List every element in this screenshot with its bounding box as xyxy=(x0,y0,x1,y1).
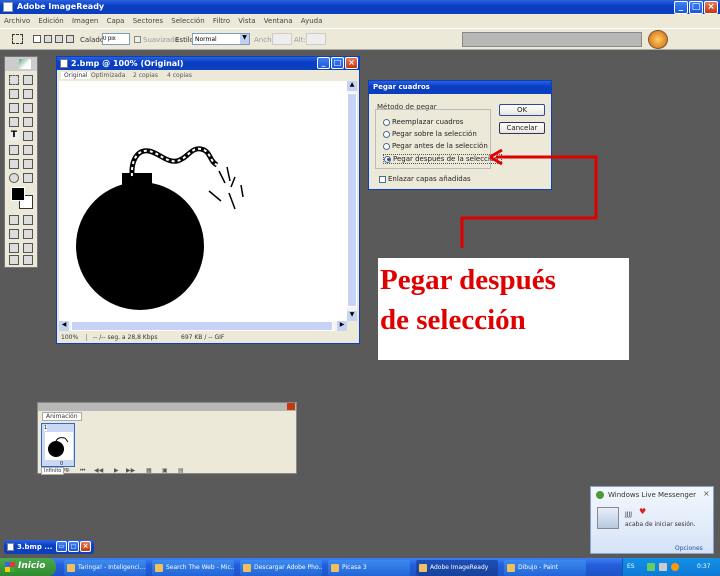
taskbar-item-descargar[interactable]: Descargar Adobe Pho... xyxy=(240,560,322,576)
messenger-close-icon[interactable]: × xyxy=(703,489,710,498)
taskbar-item-imageready[interactable]: Adobe ImageReady xyxy=(416,560,498,576)
annotation-line-2: de selección xyxy=(380,304,526,336)
messenger-message: acaba de iniciar sesión. xyxy=(625,521,696,528)
taskbar-item-search[interactable]: Search The Web - Mic... xyxy=(152,560,234,576)
next-frame-icon[interactable]: ▶▶ xyxy=(126,467,135,474)
avatar xyxy=(597,507,619,529)
minimized-restore-button[interactable]: ▭ xyxy=(56,541,67,552)
heart-icon: ♥ xyxy=(639,507,647,516)
loop-select[interactable]: Infinito xyxy=(41,467,65,475)
animation-panel: Animación 1 0 seg. Infinito ⏮ ◀◀ ▶ ▶▶ ▦ … xyxy=(37,402,297,475)
tray-icon-2[interactable] xyxy=(659,563,667,571)
tray-icon-1[interactable] xyxy=(647,563,655,571)
taskbar: Inicio Taringa! - Inteligenci... Search … xyxy=(0,558,720,576)
language-indicator[interactable]: ES xyxy=(627,563,635,570)
messenger-icon xyxy=(596,491,604,499)
animation-panel-header[interactable] xyxy=(38,403,296,411)
delete-frame-icon[interactable]: ▤ xyxy=(178,467,184,474)
minimized-document[interactable]: 3.bmp ... ▭ □ × xyxy=(4,540,94,554)
system-tray: ES 0:37 xyxy=(622,558,720,576)
animation-close-icon[interactable] xyxy=(287,403,295,410)
tab-animacion[interactable]: Animación xyxy=(42,412,82,421)
taskbar-item-paint[interactable]: Dibujo - Paint xyxy=(504,560,586,576)
minimized-maximize-button[interactable]: □ xyxy=(68,541,79,552)
play-icon[interactable]: ▶ xyxy=(114,467,119,474)
minimized-close-button[interactable]: × xyxy=(80,541,91,552)
frame-number: 1 xyxy=(44,425,48,431)
minimized-doc-icon xyxy=(7,543,14,551)
duplicate-frame-icon[interactable]: ▣ xyxy=(162,467,168,474)
first-frame-icon[interactable]: ⏮ xyxy=(80,467,85,475)
messenger-contact-name: JJJJ xyxy=(625,511,633,518)
start-button[interactable]: Inicio xyxy=(0,558,56,576)
tray-icon-3[interactable] xyxy=(671,563,679,571)
foreground-color-swatch[interactable] xyxy=(11,187,25,201)
annotation-line-1: Pegar después xyxy=(380,264,556,296)
taskbar-item-taringa[interactable]: Taringa! - Inteligenci... xyxy=(64,560,146,576)
frame-thumbnail xyxy=(45,432,73,460)
taskbar-item-picasa[interactable]: Picasa 3 xyxy=(328,560,410,576)
clock[interactable]: 0:37 xyxy=(697,563,710,570)
annotation-box: Pegar después de selección xyxy=(378,258,629,360)
start-label: Inicio xyxy=(18,561,46,571)
windows-logo-icon xyxy=(5,562,15,572)
animation-controls: Infinito ⏮ ◀◀ ▶ ▶▶ ▦ ▣ ▤ xyxy=(38,467,296,475)
tween-icon[interactable]: ▦ xyxy=(146,467,152,474)
messenger-notification[interactable]: Windows Live Messenger × JJJJ ♥ acaba de… xyxy=(590,486,714,554)
frame-thumbnail-bomb xyxy=(48,441,64,457)
prev-frame-icon[interactable]: ◀◀ xyxy=(94,467,103,474)
annotation-arrow-line xyxy=(460,155,598,248)
messenger-title: Windows Live Messenger xyxy=(608,491,697,499)
messenger-options-link[interactable]: Opciones xyxy=(675,545,703,552)
animation-frame[interactable]: 1 0 seg. xyxy=(41,423,75,473)
minimized-doc-title: 3.bmp ... xyxy=(17,543,53,551)
